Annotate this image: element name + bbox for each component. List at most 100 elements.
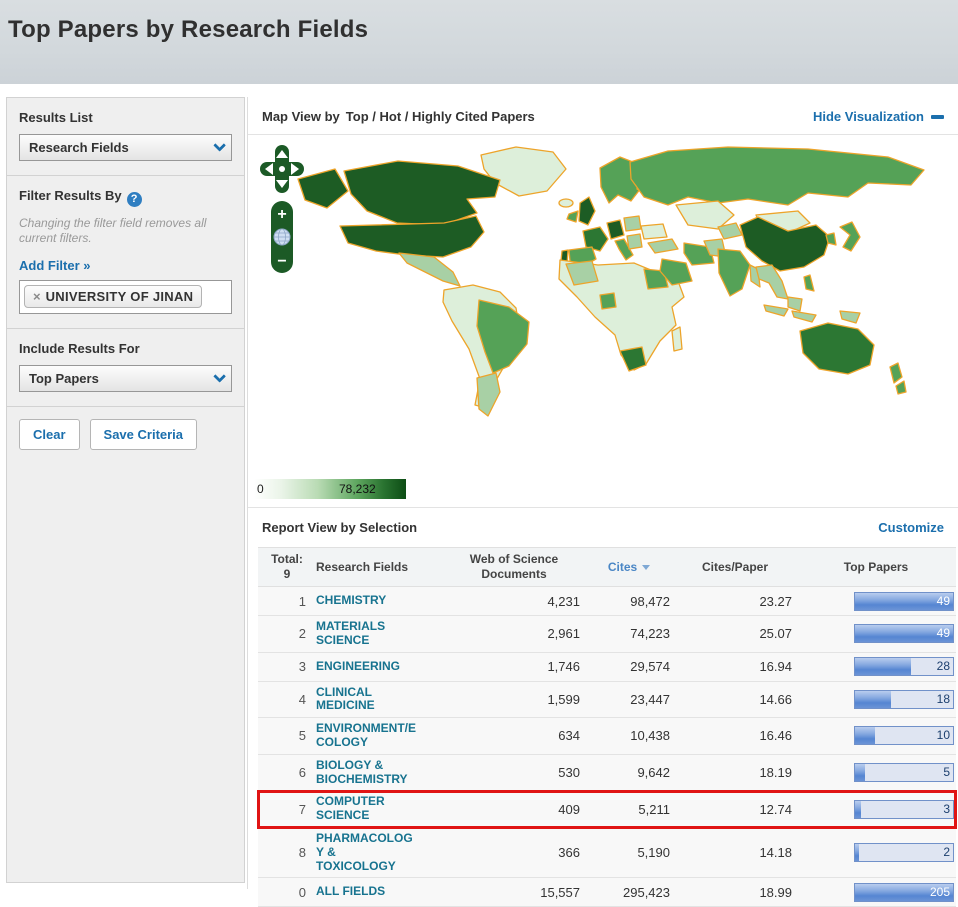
- hide-visualization-link[interactable]: Hide Visualization: [813, 109, 944, 124]
- table-body: 1CHEMISTRY4,23198,47223.27492MATERIALS S…: [258, 587, 956, 907]
- top-papers-bar: 205: [854, 883, 954, 902]
- criteria-buttons-section: Clear Save Criteria: [7, 406, 244, 464]
- include-value: Top Papers: [29, 371, 99, 386]
- country-korea: [826, 233, 836, 245]
- top-papers-bar: 28: [854, 657, 954, 676]
- research-field-link[interactable]: CHEMISTRY: [316, 594, 444, 608]
- top-papers-value: 5: [943, 765, 950, 779]
- wos-documents-value: 1,746: [444, 659, 584, 674]
- filter-tag-box: × UNIVERSITY OF JINAN: [19, 280, 232, 314]
- top-papers-cell: 10: [796, 726, 956, 745]
- wos-documents-value: 1,599: [444, 692, 584, 707]
- choropleth-world-map[interactable]: [248, 139, 956, 479]
- pan-icon[interactable]: [260, 145, 304, 193]
- research-field-link[interactable]: BIOLOGY & BIOCHEMISTRY: [316, 759, 444, 787]
- country-alaska: [298, 169, 348, 208]
- country-ukraine: [641, 224, 667, 239]
- filter-tag-label: UNIVERSITY OF JINAN: [46, 289, 194, 304]
- sidebar: Results List Research Fields Filter Resu…: [6, 97, 245, 883]
- page-title: Top Papers by Research Fields: [0, 0, 958, 44]
- filter-tag[interactable]: × UNIVERSITY OF JINAN: [24, 285, 202, 308]
- country-papua: [840, 311, 860, 323]
- top-papers-cell: 49: [796, 592, 956, 611]
- cites-value: 9,642: [584, 765, 674, 780]
- research-field-link[interactable]: PHARMACOLOG Y & TOXICOLOGY: [316, 832, 444, 873]
- minus-icon: [931, 115, 944, 119]
- row-rank: 4: [258, 692, 316, 707]
- table-header-row: Total: 9 Research Fields Web of Science …: [258, 547, 956, 587]
- chevron-down-icon: [213, 370, 226, 383]
- top-papers-value: 3: [943, 802, 950, 816]
- table-row: 4CLINICAL MEDICINE1,59923,44714.6618: [258, 682, 956, 719]
- zoom-control[interactable]: + −: [270, 200, 294, 274]
- top-papers-bar-fill: [855, 764, 865, 781]
- question-icon[interactable]: ?: [127, 192, 142, 207]
- research-field-link[interactable]: COMPUTER SCIENCE: [316, 795, 444, 823]
- research-field-link[interactable]: ALL FIELDS: [316, 885, 444, 899]
- cites-value: 98,472: [584, 594, 674, 609]
- remove-tag-icon[interactable]: ×: [33, 289, 41, 304]
- top-papers-cell: 205: [796, 883, 956, 902]
- country-new-zealand: [890, 363, 902, 383]
- cites-value: 23,447: [584, 692, 674, 707]
- top-papers-cell: 3: [796, 800, 956, 819]
- country-borneo: [788, 297, 802, 311]
- cites-per-paper-value: 14.18: [674, 845, 796, 860]
- cites-value: 5,211: [584, 802, 674, 817]
- cites-per-paper-value: 16.46: [674, 728, 796, 743]
- results-list-section: Results List Research Fields: [7, 98, 244, 175]
- chevron-down-icon: [213, 139, 226, 152]
- country-australia: [800, 323, 874, 374]
- top-papers-cell: 2: [796, 843, 956, 862]
- table-row: 8PHARMACOLOG Y & TOXICOLOGY3665,19014.18…: [258, 828, 956, 878]
- zoom-in-icon[interactable]: +: [277, 206, 286, 223]
- country-iceland: [559, 199, 573, 207]
- include-label: Include Results For: [19, 341, 232, 356]
- column-top-papers: Top Papers: [796, 560, 956, 575]
- row-rank: 1: [258, 594, 316, 609]
- cites-per-paper-value: 16.94: [674, 659, 796, 674]
- include-select[interactable]: Top Papers: [19, 365, 232, 392]
- table-row: 5ENVIRONMENT/E COLOGY63410,43816.4610: [258, 718, 956, 755]
- sort-desc-icon: [642, 565, 650, 570]
- country-india: [718, 249, 750, 296]
- page-header: Top Papers by Research Fields: [0, 0, 958, 84]
- top-papers-cell: 18: [796, 690, 956, 709]
- country-poland: [624, 216, 641, 231]
- research-field-link[interactable]: ENGINEERING: [316, 660, 444, 674]
- add-filter-link[interactable]: Add Filter »: [19, 258, 91, 273]
- country-philippines: [804, 275, 814, 291]
- row-rank: 5: [258, 728, 316, 743]
- wos-documents-value: 409: [444, 802, 584, 817]
- cites-value: 5,190: [584, 845, 674, 860]
- customize-link[interactable]: Customize: [878, 520, 944, 535]
- row-rank: 0: [258, 885, 316, 900]
- country-argentina: [477, 373, 500, 416]
- filter-label: Filter Results By?: [19, 188, 232, 207]
- wos-documents-value: 530: [444, 765, 584, 780]
- legend-min: 0: [257, 482, 264, 496]
- research-field-link[interactable]: CLINICAL MEDICINE: [316, 686, 444, 714]
- world-map-visualization[interactable]: + − 0 78,232: [248, 135, 958, 507]
- table-row: 2MATERIALS SCIENCE2,96174,22325.0749: [258, 616, 956, 653]
- wos-documents-value: 366: [444, 845, 584, 860]
- country-canada: [344, 161, 500, 225]
- top-papers-bar: 49: [854, 592, 954, 611]
- row-rank: 3: [258, 659, 316, 674]
- top-papers-bar-fill: [855, 691, 891, 708]
- table-row: 0ALL FIELDS15,557295,42318.99205: [258, 878, 956, 907]
- results-list-value: Research Fields: [29, 140, 129, 155]
- top-papers-value: 18: [937, 692, 950, 706]
- top-papers-bar-fill: [855, 844, 859, 861]
- zoom-out-icon[interactable]: −: [277, 253, 286, 270]
- research-field-link[interactable]: MATERIALS SCIENCE: [316, 620, 444, 648]
- research-field-link[interactable]: ENVIRONMENT/E COLOGY: [316, 722, 444, 750]
- country-japan: [840, 222, 860, 251]
- cites-value: 10,438: [584, 728, 674, 743]
- top-papers-bar-fill: [855, 727, 875, 744]
- clear-button[interactable]: Clear: [19, 419, 80, 450]
- column-cites[interactable]: Cites: [584, 560, 674, 575]
- save-criteria-button[interactable]: Save Criteria: [90, 419, 198, 450]
- top-papers-value: 205: [930, 885, 950, 899]
- results-list-select[interactable]: Research Fields: [19, 134, 232, 161]
